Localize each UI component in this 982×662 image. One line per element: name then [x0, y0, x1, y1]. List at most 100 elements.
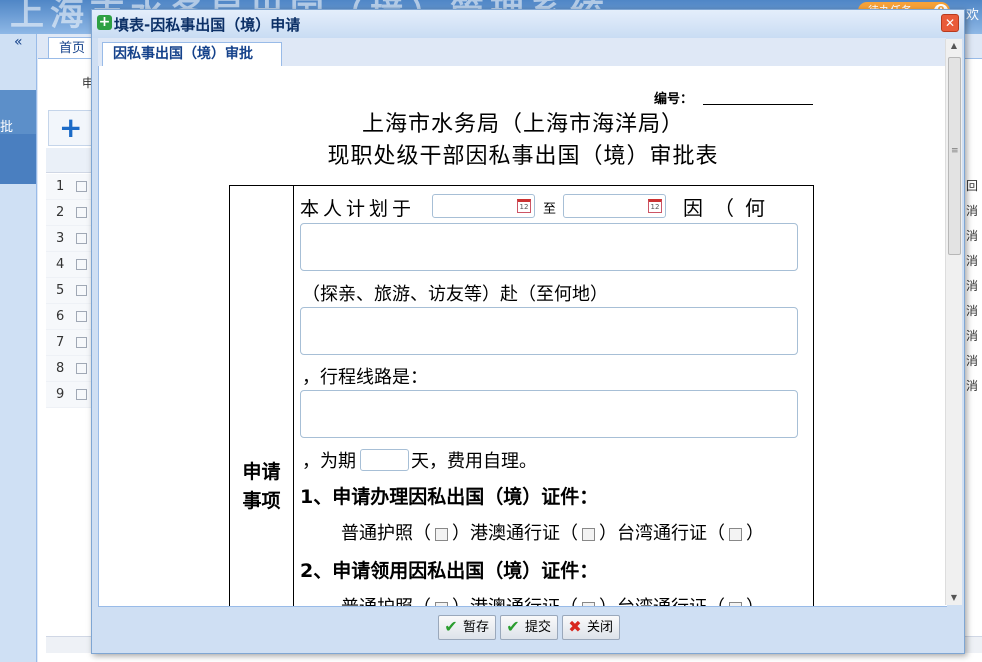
row-checkbox[interactable]: [76, 233, 88, 244]
bracket-close: ）: [746, 523, 764, 544]
taiwan-permit-label: ）台湾通行证（: [599, 523, 725, 544]
form-title: 现职处级干部因私事出国（境）审批表: [327, 144, 719, 169]
checkmark-icon: ✔: [444, 617, 458, 636]
section-label-cell: 申请 事项: [230, 186, 294, 606]
row-checkbox[interactable]: [76, 259, 88, 270]
left-nav-panel: « 批: [0, 34, 37, 662]
dialog-title: 填表-因私事出国（境）申请: [114, 16, 301, 34]
table-row[interactable]: 6: [46, 304, 96, 330]
bracket-close: ）: [746, 597, 764, 606]
table-row[interactable]: 3: [46, 226, 96, 252]
hk-macau-permit-label: ）港澳通行证（: [452, 597, 578, 606]
dialog-header[interactable]: + 填表-因私事出国（境）申请 ✕: [92, 10, 964, 38]
end-date-input[interactable]: 12: [563, 194, 666, 218]
passport-checkbox[interactable]: [435, 527, 448, 541]
section-collect-documents: 2、申请领用因私出国（境）证件：: [300, 560, 599, 582]
grid-body: 1 2 3 4 5 6 7 8 9: [46, 174, 96, 408]
start-date-input[interactable]: 12: [432, 194, 535, 218]
table-row[interactable]: 5: [46, 278, 96, 304]
apply-dialog: + 填表-因私事出国（境）申请 ✕ 因私事出国（境）审批 编号： 上海市水务局（…: [91, 9, 965, 654]
row-checkbox[interactable]: [76, 389, 88, 400]
grid-cell: 消: [966, 304, 979, 318]
row-number: 2: [56, 205, 65, 220]
add-form-icon: +: [97, 14, 112, 30]
form-vertical-scrollbar[interactable]: ▲ ≡ ▼: [945, 39, 962, 605]
passport-checkbox[interactable]: [435, 601, 448, 606]
taiwan-permit-checkbox[interactable]: [729, 527, 742, 541]
route-textarea[interactable]: [300, 390, 798, 438]
document-type-options-2: 普通护照（ ）港澳通行证（ ）台湾通行证（ ）: [341, 593, 764, 606]
nav-item-label: 批: [0, 120, 14, 135]
organization-title: 上海市水务局（上海市海洋局）: [361, 112, 684, 137]
hk-macau-permit-label: ）港澳通行证（: [452, 523, 578, 544]
calendar-icon[interactable]: 12: [648, 199, 662, 213]
table-row[interactable]: 7: [46, 330, 96, 356]
grid-cell: 消: [966, 379, 979, 393]
period-prefix: ，为期: [302, 451, 356, 472]
row-number: 1: [56, 179, 65, 194]
plus-icon: +: [59, 111, 83, 144]
row-number: 3: [56, 231, 65, 246]
nav-item[interactable]: [0, 134, 36, 184]
add-button[interactable]: +: [48, 110, 96, 146]
scroll-down-arrow-icon[interactable]: ▼: [946, 591, 962, 605]
section-label: 申请 事项: [242, 461, 281, 512]
row-checkbox[interactable]: [76, 181, 88, 192]
passport-label: 普通护照（: [341, 597, 431, 606]
route-label: ，行程线路是：: [302, 367, 428, 388]
serial-number-line: [703, 104, 813, 105]
grid-header: [46, 148, 96, 173]
row-checkbox[interactable]: [76, 311, 88, 322]
row-checkbox[interactable]: [76, 285, 88, 296]
row-checkbox[interactable]: [76, 337, 88, 348]
cross-icon: ✖: [568, 617, 582, 636]
document-type-options-1: 普通护照（ ）港澳通行证（ ）台湾通行证（ ）: [341, 519, 764, 545]
row-number: 4: [56, 257, 65, 272]
close-icon[interactable]: ✕: [941, 14, 959, 32]
application-form-table: 申请事项 本人计划于 12 至 12 因（何事） （探亲、旅游、访友等）赴（至何…: [229, 185, 814, 606]
hk-macau-permit-checkbox[interactable]: [582, 527, 595, 541]
period-suffix: 天，费用自理。: [411, 451, 537, 472]
grid-cell: 消: [966, 229, 979, 243]
hk-macau-permit-checkbox[interactable]: [582, 601, 595, 606]
row-number: 8: [56, 361, 65, 376]
table-row[interactable]: 1: [46, 174, 96, 200]
row-number: 6: [56, 309, 65, 324]
row-number: 9: [56, 387, 65, 402]
calendar-icon[interactable]: 12: [517, 199, 531, 213]
table-row[interactable]: 4: [46, 252, 96, 278]
grid-cell: 回: [966, 179, 979, 193]
days-input[interactable]: [360, 449, 409, 471]
passport-label: 普通护照（: [341, 523, 431, 544]
row-checkbox[interactable]: [76, 207, 88, 218]
welcome-text: 欢: [966, 8, 980, 23]
submit-label: 提交: [525, 620, 552, 635]
table-row[interactable]: 9: [46, 382, 96, 408]
section-apply-documents: 1、申请办理因私出国（境）证件：: [300, 486, 599, 508]
plan-prefix: 本人计划于: [300, 198, 416, 220]
row-checkbox[interactable]: [76, 363, 88, 374]
reason-textarea[interactable]: [300, 223, 798, 271]
grid-cell: 消: [966, 354, 979, 368]
scrollbar-thumb[interactable]: ≡: [948, 57, 961, 255]
row-number: 7: [56, 335, 65, 350]
destination-textarea[interactable]: [300, 307, 798, 355]
grid-right-column: 回 消 消 消 消 消 消 消 消: [966, 174, 982, 399]
close-button[interactable]: ✖ 关闭: [562, 615, 620, 640]
collapse-icon[interactable]: «: [14, 34, 23, 50]
serial-label: 编号：: [654, 92, 694, 107]
date-to-label: 至: [543, 202, 557, 217]
dialog-tabstrip: 因私事出国（境）审批: [98, 38, 946, 67]
form-content: 编号： 上海市水务局（上海市海洋局） 现职处级干部因私事出国（境）审批表 申请事…: [98, 66, 947, 607]
grid-cell: 消: [966, 329, 979, 343]
submit-button[interactable]: ✔ 提交: [500, 615, 558, 640]
scroll-up-arrow-icon[interactable]: ▲: [946, 39, 962, 53]
tab-approval-form[interactable]: 因私事出国（境）审批: [102, 42, 282, 67]
grid-cell: 消: [966, 279, 979, 293]
checkmark-icon: ✔: [506, 617, 520, 636]
table-row[interactable]: 2: [46, 200, 96, 226]
save-draft-button[interactable]: ✔ 暂存: [438, 615, 496, 640]
grid-cell: 消: [966, 204, 979, 218]
table-row[interactable]: 8: [46, 356, 96, 382]
taiwan-permit-checkbox[interactable]: [729, 601, 742, 606]
